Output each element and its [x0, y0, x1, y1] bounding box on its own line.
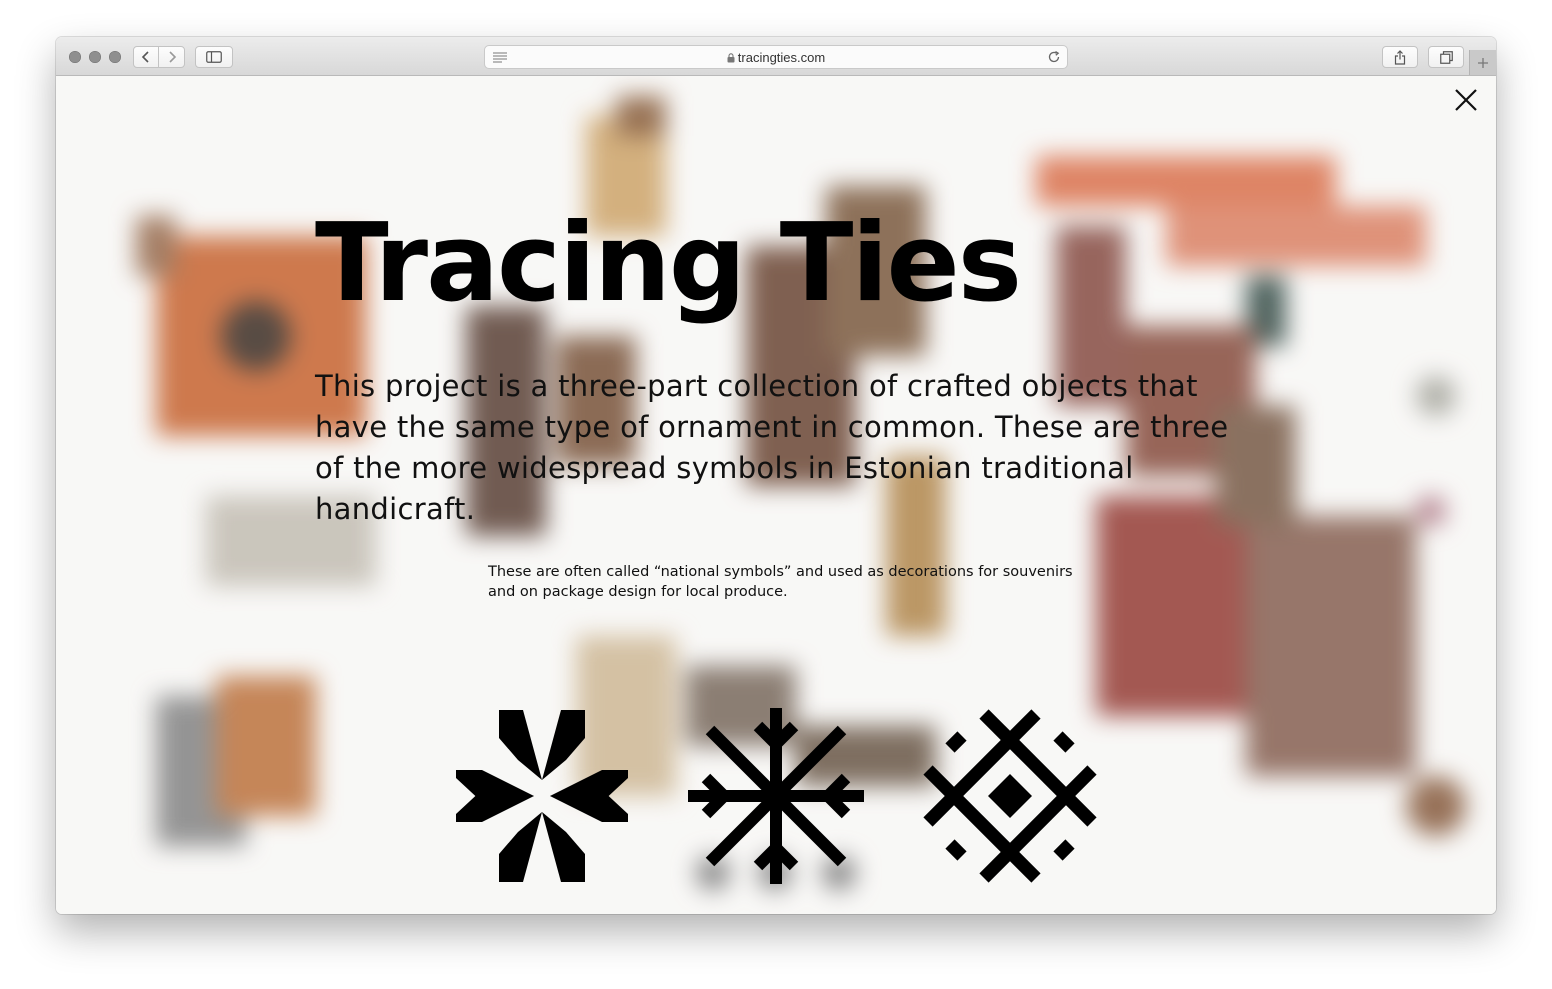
lattice-diamond-symbol [923, 709, 1097, 883]
plus-icon [1478, 57, 1488, 68]
page-title: Tracing Ties [315, 201, 1022, 326]
close-window-button[interactable] [69, 51, 81, 63]
browser-toolbar: tracingties.com [56, 37, 1496, 76]
chevron-right-icon [168, 51, 176, 63]
zoom-window-button[interactable] [109, 51, 121, 63]
eight-point-star-symbol [456, 710, 628, 882]
share-icon [1394, 49, 1406, 65]
tabs-overview-button[interactable] [1428, 46, 1464, 68]
secondary-note: These are often called “national symbols… [488, 564, 1073, 600]
reload-icon[interactable] [1047, 50, 1061, 64]
new-tab-button[interactable] [1469, 50, 1496, 75]
intro-paragraph: This project is a three-part collection … [315, 369, 1229, 526]
snowflake-cross-symbol [688, 708, 864, 884]
url-text: tracingties.com [737, 50, 826, 65]
back-button[interactable] [133, 46, 159, 68]
lock-icon [727, 53, 735, 63]
tabs-overview-icon [1439, 50, 1453, 64]
sidebar-button[interactable] [195, 46, 233, 68]
minimize-window-button[interactable] [89, 51, 101, 63]
url-display: tracingties.com [485, 50, 1067, 65]
chevron-left-icon [141, 51, 149, 63]
address-bar[interactable]: tracingties.com [484, 45, 1068, 69]
page-content: Tracing Ties This project is a three-par… [56, 76, 1496, 914]
close-icon[interactable] [1452, 86, 1480, 114]
browser-window: tracingties.com Tracing Ties This projec… [56, 37, 1496, 914]
forward-button[interactable] [158, 46, 185, 68]
sidebar-icon [206, 51, 222, 63]
share-button[interactable] [1382, 46, 1418, 68]
